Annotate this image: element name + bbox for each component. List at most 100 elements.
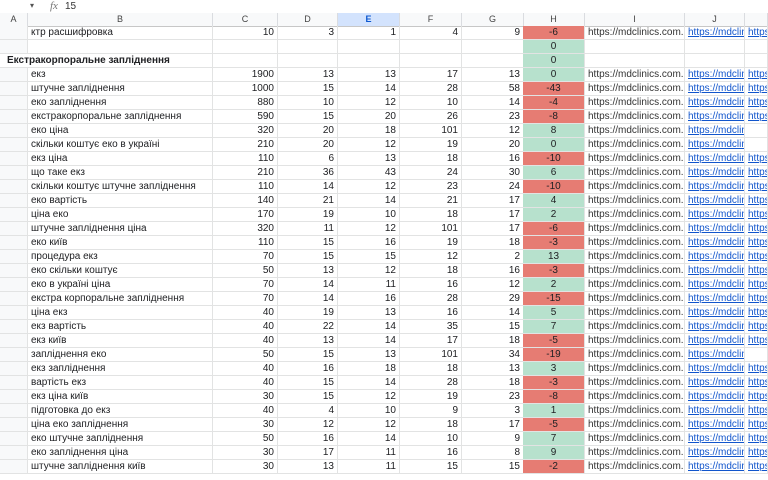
delta-cell[interactable]: -10	[523, 180, 585, 194]
cell-g[interactable]	[462, 54, 524, 68]
url-cell[interactable]: https://mdclinics.com.ua/c	[585, 404, 685, 418]
keyword-cell[interactable]: процедура екз	[28, 250, 213, 264]
delta-cell[interactable]: -4	[523, 96, 585, 110]
keyword-cell[interactable]: що таке екз	[28, 166, 213, 180]
cell-a[interactable]	[0, 26, 28, 40]
url-cell[interactable]: https://mdclinics.com.ua/c	[585, 376, 685, 390]
cell-c[interactable]: 140	[213, 194, 278, 208]
cell-c[interactable]: 30	[213, 446, 278, 460]
cell-a[interactable]	[0, 432, 28, 446]
column-header-g[interactable]: G	[462, 13, 524, 26]
delta-cell[interactable]: 7	[523, 320, 585, 334]
url-cell[interactable]: https://mdclinics.com.ua/c	[585, 26, 685, 40]
link-cell[interactable]: https://mdclinics	[685, 26, 745, 40]
cell-g[interactable]: 18	[462, 376, 524, 390]
link-cell[interactable]: https://mdclinics	[685, 334, 745, 348]
cell-g[interactable]: 24	[462, 180, 524, 194]
cell-a[interactable]	[0, 264, 28, 278]
cell-e[interactable]: 14	[338, 194, 400, 208]
cell-g[interactable]: 17	[462, 418, 524, 432]
keyword-cell[interactable]: еко запліднення ціна	[28, 446, 213, 460]
delta-cell[interactable]: -10	[523, 152, 585, 166]
column-header-e[interactable]: E	[338, 13, 400, 26]
link-cell-extra[interactable]	[745, 124, 768, 138]
link-cell-extra[interactable]: https:/	[745, 152, 768, 166]
cell-c[interactable]: 320	[213, 124, 278, 138]
cell-d[interactable]: 20	[278, 138, 338, 152]
url-cell[interactable]: https://mdclinics.com.ua/c	[585, 152, 685, 166]
cell-g[interactable]: 17	[462, 194, 524, 208]
cell-a[interactable]	[0, 306, 28, 320]
keyword-cell[interactable]: еко ціна	[28, 124, 213, 138]
link-cell-extra[interactable]: https:/	[745, 194, 768, 208]
link-cell[interactable]	[685, 54, 745, 68]
url-cell[interactable]: https://mdclinics.com.ua/c	[585, 292, 685, 306]
cell-d[interactable]: 13	[278, 334, 338, 348]
link-cell-extra[interactable]	[745, 40, 768, 54]
link-cell[interactable]: https://mdclinics	[685, 222, 745, 236]
delta-cell[interactable]: 0	[523, 138, 585, 152]
cell-g[interactable]: 16	[462, 264, 524, 278]
cell-f[interactable]: 101	[400, 222, 462, 236]
url-cell[interactable]	[585, 40, 685, 54]
cell-e[interactable]: 13	[338, 68, 400, 82]
keyword-cell[interactable]: еко запліднення	[28, 96, 213, 110]
link-cell-extra[interactable]: https:/	[745, 334, 768, 348]
column-header-j[interactable]: J	[685, 13, 745, 26]
cell-f[interactable]: 19	[400, 138, 462, 152]
cell-e[interactable]: 10	[338, 208, 400, 222]
link-cell-extra[interactable]: https:/	[745, 278, 768, 292]
delta-cell[interactable]: 8	[523, 124, 585, 138]
cell-e[interactable]: 13	[338, 152, 400, 166]
url-cell[interactable]: https://mdclinics.com.ua/c	[585, 82, 685, 96]
link-cell[interactable]: https://mdclinics	[685, 138, 745, 152]
cell-e[interactable]: 15	[338, 250, 400, 264]
delta-cell[interactable]: 2	[523, 208, 585, 222]
cell-c[interactable]: 40	[213, 306, 278, 320]
cell-f[interactable]: 12	[400, 250, 462, 264]
link-cell[interactable]: https://mdclinics	[685, 348, 745, 362]
cell-a[interactable]	[0, 390, 28, 404]
keyword-cell[interactable]: штучне запліднення	[28, 82, 213, 96]
cell-d[interactable]: 13	[278, 68, 338, 82]
keyword-cell[interactable]: екз київ	[28, 334, 213, 348]
url-cell[interactable]: https://mdclinics.com.ua/c	[585, 96, 685, 110]
cell-c[interactable]: 210	[213, 138, 278, 152]
cell-a[interactable]	[0, 376, 28, 390]
cell-c[interactable]: 590	[213, 110, 278, 124]
delta-cell[interactable]: -5	[523, 418, 585, 432]
link-cell-extra[interactable]: https:/	[745, 292, 768, 306]
cell-g[interactable]: 34	[462, 348, 524, 362]
url-cell[interactable]: https://mdclinics.com.ua/c	[585, 166, 685, 180]
link-cell[interactable]: https://mdclinics	[685, 320, 745, 334]
cell-d[interactable]	[278, 40, 338, 54]
url-cell[interactable]: https://mdclinics.com.ua/c	[585, 194, 685, 208]
cell-d[interactable]: 15	[278, 250, 338, 264]
column-header-f[interactable]: F	[400, 13, 462, 26]
cell-g[interactable]: 14	[462, 306, 524, 320]
url-cell[interactable]: https://mdclinics.com.ua/c	[585, 236, 685, 250]
keyword-cell[interactable]: штучне запліднення ціна	[28, 222, 213, 236]
link-cell[interactable]: https://mdclinics	[685, 292, 745, 306]
cell-c[interactable]: 210	[213, 166, 278, 180]
cell-a[interactable]	[0, 362, 28, 376]
cell-a[interactable]	[0, 82, 28, 96]
link-cell-extra[interactable]: https:/	[745, 96, 768, 110]
cell-d[interactable]: 10	[278, 96, 338, 110]
cell-f[interactable]: 10	[400, 96, 462, 110]
link-cell-extra[interactable]: https:/	[745, 166, 768, 180]
cell-a[interactable]	[0, 222, 28, 236]
cell-f[interactable]: 18	[400, 152, 462, 166]
link-cell-extra[interactable]: https:/	[745, 250, 768, 264]
link-cell[interactable]: https://mdclinics	[685, 110, 745, 124]
cell-a[interactable]	[0, 334, 28, 348]
link-cell-extra[interactable]: https:/	[745, 236, 768, 250]
cell-a[interactable]	[0, 124, 28, 138]
cell-a[interactable]	[0, 404, 28, 418]
cell-e[interactable]: 43	[338, 166, 400, 180]
link-cell-extra[interactable]: https:/	[745, 68, 768, 82]
cell-c[interactable]	[213, 54, 278, 68]
link-cell[interactable]: https://mdclinics	[685, 418, 745, 432]
keyword-cell[interactable]: екз запліднення	[28, 362, 213, 376]
keyword-cell[interactable]: штучне запліднення київ	[28, 460, 213, 474]
